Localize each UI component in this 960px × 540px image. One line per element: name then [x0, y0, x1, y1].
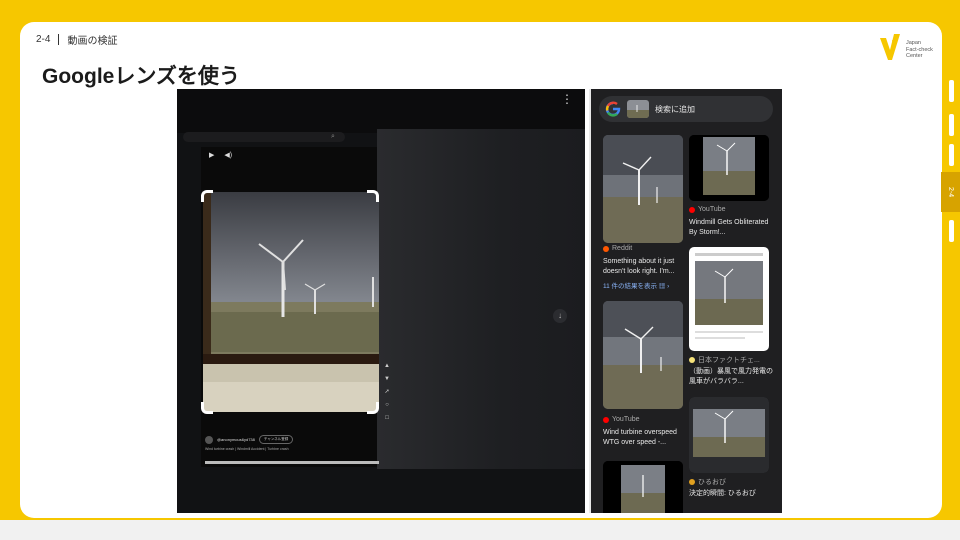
result-source-label: YouTube: [612, 416, 640, 423]
result-source: YouTube: [689, 206, 726, 213]
volume-icon[interactable]: ◀): [224, 151, 232, 159]
result-source: 日本ファクトチェ...: [689, 355, 760, 365]
reddit-icon: [603, 245, 609, 252]
page-title: Googleレンズを使う: [42, 65, 240, 88]
video-progress-bar[interactable]: [205, 461, 379, 464]
result-thumbnail[interactable]: [603, 301, 683, 409]
section-tab[interactable]: [949, 80, 954, 102]
lens-crop-corner[interactable]: [367, 190, 379, 202]
result-source-label: ひるおび: [698, 479, 726, 486]
lens-search-bar[interactable]: 検索に追加: [599, 96, 773, 122]
play-icon[interactable]: ▶: [209, 151, 214, 159]
share-icon[interactable]: ➚: [381, 389, 393, 396]
breadcrumb-separator: [58, 34, 60, 45]
google-g-icon: [605, 101, 621, 117]
section-tabs: [944, 80, 960, 250]
player-controls: ▶ ◀): [209, 151, 232, 159]
bottom-band: [0, 520, 960, 540]
more-icon[interactable]: □: [381, 415, 393, 422]
search-input[interactable]: [183, 132, 345, 142]
section-tab[interactable]: [949, 220, 954, 242]
dislike-icon[interactable]: ▼: [381, 376, 393, 383]
query-thumbnail[interactable]: [627, 100, 649, 118]
lens-dim-overlay: [377, 129, 585, 469]
browser-topbar: [177, 89, 585, 133]
hiruobi-icon: [689, 479, 695, 485]
result-thumbnail[interactable]: [603, 461, 683, 513]
result-title[interactable]: Something about it just doesn't look rig…: [603, 257, 687, 277]
lens-crop-corner[interactable]: [201, 190, 213, 202]
video-frame: [203, 192, 379, 412]
section-tab-active[interactable]: 2-4: [941, 172, 960, 212]
result-thumbnail[interactable]: [689, 247, 769, 351]
search-icon[interactable]: ⌕: [331, 133, 345, 141]
result-thumbnail[interactable]: [689, 397, 769, 473]
result-thumbnail[interactable]: [603, 135, 683, 243]
youtube-icon: [689, 206, 695, 213]
subscribe-button[interactable]: チャンネル登録: [258, 435, 294, 444]
like-icon[interactable]: ▲: [381, 363, 393, 370]
result-title[interactable]: （動画）暴風で風力発電の風車がバラバラ...: [689, 367, 773, 387]
youtube-icon: [603, 416, 609, 423]
result-source: Reddit: [603, 245, 632, 252]
jfc-icon: [689, 357, 695, 363]
result-title[interactable]: Wind turbine overspeed WTG over speed -.…: [603, 428, 687, 448]
google-lens-results: 検索に追加 Reddit Something about it just doe…: [589, 89, 782, 513]
result-source: YouTube: [603, 416, 640, 423]
result-title[interactable]: 決定的瞬間: ひるおび: [689, 489, 773, 499]
add-to-search-label[interactable]: 検索に追加: [655, 104, 695, 115]
avatar[interactable]: [205, 435, 213, 444]
section-title: 動画の検証: [67, 36, 118, 47]
more-results-label[interactable]: 11 件の結果を表示: [603, 283, 657, 290]
result-source-label: Reddit: [612, 245, 633, 252]
logo-text: Japan Fact-check Center: [906, 40, 933, 60]
video-caption: Wind turbine crash | Windmill Accident |…: [205, 447, 289, 451]
breadcrumb: 2-4 動画の検証: [36, 32, 117, 47]
next-video-icon[interactable]: ↓: [553, 309, 567, 323]
more-results-link[interactable]: 11 件の結果を表示 ▦ ›: [603, 280, 669, 290]
remix-icon[interactable]: ○: [381, 402, 393, 409]
result-thumbnail[interactable]: [689, 135, 769, 201]
result-source-label: YouTube: [698, 206, 726, 213]
channel-row: @anonymous6yd738 チャンネル登録: [205, 435, 294, 444]
youtube-shorts-screenshot: ⋮ ⌕ ▣ ♪ ● ▶ ◀): [177, 89, 585, 513]
lens-crop-corner[interactable]: [367, 402, 379, 414]
result-title[interactable]: Windmill Gets Obliterated By Storm!...: [689, 218, 773, 238]
shorts-action-bar: ▲ ▼ ➚ ○ □: [381, 363, 393, 422]
result-source: ひるおび: [689, 477, 726, 487]
section-tab[interactable]: [949, 114, 954, 136]
section-number: 2-4: [36, 34, 51, 45]
result-source-label: 日本ファクトチェ...: [698, 357, 760, 364]
more-vertical-icon[interactable]: ⋮: [561, 93, 573, 105]
section-tab[interactable]: [949, 144, 954, 166]
channel-handle[interactable]: @anonymous6yd738: [217, 437, 255, 442]
logo-line: Center: [906, 53, 923, 59]
lens-crop-corner[interactable]: [201, 402, 213, 414]
